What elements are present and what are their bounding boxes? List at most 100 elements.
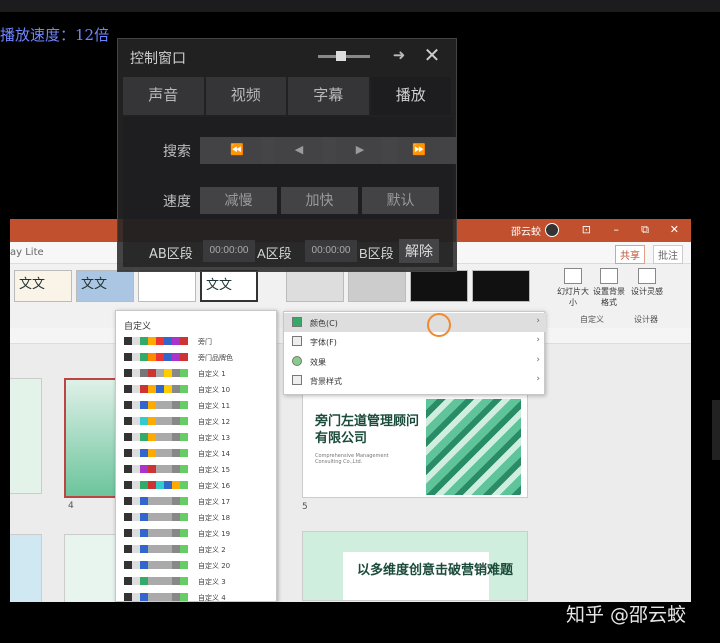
pin-button[interactable]: ➜ [389,45,409,65]
color-swatch [156,449,164,457]
color-swatch [140,481,148,489]
color-swatch [140,465,148,473]
color-swatch [148,465,156,473]
format-background-button: 设置背景格式 [592,268,626,308]
speed-label: 速度 [163,194,191,210]
fast-forward-button[interactable]: ⏩ [382,137,456,164]
color-swatch [124,369,132,377]
color-scheme-label: 自定义 14 [198,450,231,458]
search-label: 搜索 [163,144,191,160]
slider-knob[interactable] [336,51,346,61]
tab-sound[interactable]: 声音 [123,77,204,115]
playback-panel: 搜索 ⏪ ◀ ▶ ⏩ 速度 减慢 加快 默认 AB区段 A区段 B区段 解除 [123,117,456,267]
color-scheme-item[interactable]: 自定义 11 [124,399,274,411]
color-swatch [140,337,148,345]
color-swatches [124,369,188,377]
color-swatch [164,593,172,601]
color-scheme-item[interactable]: 自定义 19 [124,527,274,539]
color-scheme-label: 旁门品牌色 [198,354,233,362]
color-swatch [156,465,164,473]
ab-section-label: AB区段 [149,247,193,262]
b-time-field[interactable] [305,240,357,262]
color-swatch [132,497,140,505]
close-button[interactable]: ✕ [421,43,443,67]
color-scheme-item[interactable]: 自定义 2 [124,543,274,555]
color-swatch [124,337,132,345]
clear-ab-button[interactable]: 解除 [399,239,439,263]
color-swatch [156,433,164,441]
color-swatch [172,497,180,505]
tab-video[interactable]: 视频 [205,77,286,115]
slide-subtitle: Comprehensive Management Consulting Co.,… [315,453,389,465]
color-scheme-item[interactable]: 旁门品牌色 [124,351,274,363]
opacity-slider[interactable] [318,51,370,61]
tab-subtitles[interactable]: 字幕 [288,77,369,115]
color-swatch [148,545,156,553]
slide-size-button: 幻灯片大小 [556,268,590,308]
a-time-field[interactable] [203,240,255,262]
color-scheme-item[interactable]: 自定义 1 [124,367,274,379]
color-swatch [164,529,172,537]
color-swatch [164,497,172,505]
color-swatch [124,545,132,553]
color-swatch [164,353,172,361]
color-swatches [124,353,188,361]
color-swatch [148,401,156,409]
slide-preview: 旁门左道管理顾问有限公司 Comprehensive Management Co… [302,394,528,498]
color-swatch [164,545,172,553]
color-scheme-item[interactable]: 自定义 12 [124,415,274,427]
tab-playback[interactable]: 播放 [370,77,451,115]
color-swatch [124,577,132,585]
color-scheme-label: 自定义 16 [198,482,231,490]
color-scheme-item[interactable]: 自定义 15 [124,463,274,475]
color-scheme-label: 旁门 [198,338,212,346]
color-scheme-item[interactable]: 自定义 14 [124,447,274,459]
color-swatch [124,561,132,569]
color-swatch [156,561,164,569]
variant-thumb [472,270,530,302]
set-a-button[interactable]: A区段 [257,243,292,262]
color-swatch [132,449,140,457]
faster-button[interactable]: 加快 [281,187,358,214]
color-swatches [124,417,188,425]
color-scheme-item[interactable]: 自定义 16 [124,479,274,491]
comment-button: 批注 [653,245,683,264]
color-swatch [172,417,180,425]
color-scheme-item[interactable]: 自定义 3 [124,575,274,587]
color-swatch [172,593,180,601]
color-swatch [132,577,140,585]
color-swatch [156,513,164,521]
color-swatches [124,561,188,569]
color-swatches [124,513,188,521]
slower-button[interactable]: 减慢 [200,187,277,214]
color-swatch [124,513,132,521]
color-scheme-item[interactable]: 自定义 17 [124,495,274,507]
color-swatches [124,449,188,457]
color-swatch [180,561,188,569]
color-scheme-label: 自定义 10 [198,386,231,394]
set-b-button[interactable]: B区段 [359,243,394,262]
color-scheme-item[interactable]: 自定义 4 [124,591,274,603]
color-swatch [148,369,156,377]
color-scheme-item[interactable]: 自定义 20 [124,559,274,571]
color-scheme-label: 自定义 19 [198,530,231,538]
color-scheme-item[interactable]: 旁门 [124,335,274,347]
color-swatch [172,513,180,521]
color-swatch [180,481,188,489]
isometric-city-illustration [426,399,521,495]
color-swatch [156,369,164,377]
color-swatch [148,433,156,441]
color-swatches [124,465,188,473]
color-swatch [132,385,140,393]
color-swatch [156,385,164,393]
default-speed-button[interactable]: 默认 [362,187,439,214]
restore-icon: ⧉ [641,223,649,236]
color-swatch [172,577,180,585]
color-scheme-item[interactable]: 自定义 13 [124,431,274,443]
color-scheme-label: 自定义 3 [198,578,226,586]
color-swatch [156,417,164,425]
menu-item-colors: 颜色(C) › [284,313,546,332]
color-swatch [156,529,164,537]
color-scheme-item[interactable]: 自定义 10 [124,383,274,395]
color-scheme-item[interactable]: 自定义 18 [124,511,274,523]
